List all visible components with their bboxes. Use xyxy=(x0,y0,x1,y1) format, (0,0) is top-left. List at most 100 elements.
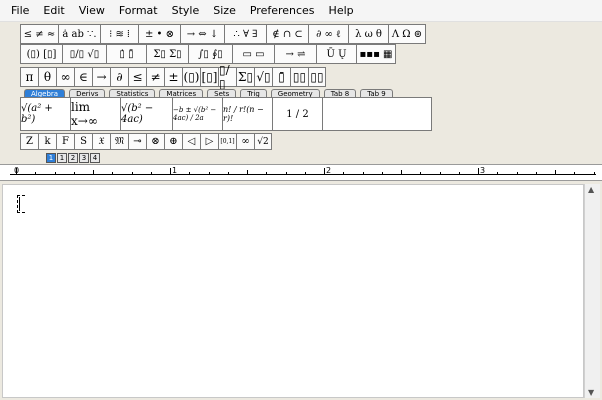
ruler-label-1: 1 xyxy=(172,166,178,175)
theta-symbol-button[interactable]: θ xyxy=(38,67,56,87)
element-of-symbol-button[interactable]: ∈ xyxy=(74,67,92,87)
template-discriminant[interactable]: √(b² − 4ac) xyxy=(121,98,173,130)
ruler-label-2: 2 xyxy=(326,166,332,175)
labeled-arrow-palette-button[interactable]: → ⇌ xyxy=(274,44,316,64)
greek-upper-palette-button[interactable]: Λ Ω ⊚ xyxy=(388,24,426,44)
fraction-template-button[interactable]: ▯/▯ xyxy=(218,63,236,91)
infinity-extra-button[interactable]: ∞ xyxy=(236,133,254,150)
template-palette-row: (▯) [▯] ▯/▯ √▯ ▯̇ ▯̄ Σ▯ Σ▯ ∫▯ ∮▯ ▭ ▭ → ⇌… xyxy=(20,44,396,64)
scroll-down-icon[interactable]: ▼ xyxy=(588,388,594,397)
subscript-template-button[interactable]: ▯▯ xyxy=(290,67,308,87)
algebra-templates: √(a² + b²) lim x→∞ √(b² − 4ac) −b ± √(b²… xyxy=(20,97,432,131)
brackets-template-button[interactable]: [▯] xyxy=(200,67,218,87)
sqrt2-button[interactable]: √2 xyxy=(254,133,272,150)
ruler-tick xyxy=(593,172,595,174)
ruler-tick xyxy=(324,168,325,174)
plus-minus-symbol-button[interactable]: ± xyxy=(164,67,182,87)
ruler-tick xyxy=(458,172,460,174)
equation-toolbar: ≤ ≠ ≈ ȧ ab ∵. ⁝ ≋ ⁞ ± • ⊗ → ⇔ ↓ ∴ ∀ ∃ ∉ … xyxy=(16,22,432,150)
parentheses-template-button[interactable]: (▯) xyxy=(182,67,200,87)
partial-symbol-button[interactable]: ∂ xyxy=(110,67,128,87)
template-combination[interactable]: n! / r!(n − r)! xyxy=(223,98,273,130)
vertical-scrollbar[interactable]: ▲ ▼ xyxy=(584,184,600,398)
overbar-template-button[interactable]: ▯̄ xyxy=(272,67,290,87)
ruler-tick xyxy=(535,172,537,174)
menu-edit[interactable]: Edit xyxy=(36,0,71,22)
ruler-tick xyxy=(362,172,364,174)
menu-help[interactable]: Help xyxy=(322,0,361,22)
extra-symbols-row: Z k F S 𝔛 𝔐 ⊸ ⊗ ⊕ ◁ ▷ [0,1] ∞ √2 xyxy=(20,133,272,150)
superscript-template-button[interactable]: ▯▯ xyxy=(308,67,326,87)
integral-palette-button[interactable]: ∫▯ ∮▯ xyxy=(188,44,232,64)
ruler-tick xyxy=(304,172,306,174)
s-symbol-button[interactable]: S xyxy=(74,133,92,150)
menu-style[interactable]: Style xyxy=(165,0,207,22)
greek-lower-palette-button[interactable]: λ ω θ xyxy=(348,24,388,44)
menu-view[interactable]: View xyxy=(72,0,112,22)
pi-symbol-button[interactable]: π xyxy=(20,67,38,87)
ruler-tick xyxy=(401,170,402,174)
matrix-palette-button[interactable]: ▪▪▪ ▦ xyxy=(356,44,396,64)
set-theory-palette-button[interactable]: ∉ ∩ ⊂ xyxy=(266,24,308,44)
menu-file[interactable]: File xyxy=(4,0,36,22)
fence-palette-button[interactable]: (▯) [▯] xyxy=(20,44,62,64)
ruler-tick xyxy=(555,170,556,174)
operators-palette-button[interactable]: ± • ⊗ xyxy=(138,24,180,44)
template-limit[interactable]: lim x→∞ xyxy=(71,98,121,130)
spaces-palette-button[interactable]: ȧ ab ∵. xyxy=(58,24,100,44)
ruler-tick xyxy=(574,172,576,174)
fraction-radical-palette-button[interactable]: ▯/▯ √▯ xyxy=(62,44,106,64)
ruler-tick xyxy=(150,172,152,174)
tab-bar-1[interactable]: 1 xyxy=(46,153,56,163)
ruler-tick xyxy=(16,168,17,174)
f-symbol-button[interactable]: F xyxy=(56,133,74,150)
scroll-up-icon[interactable]: ▲ xyxy=(588,185,594,194)
fraktur-x-symbol-button[interactable]: 𝔛 xyxy=(92,133,110,150)
not-equal-symbol-button[interactable]: ≠ xyxy=(146,67,164,87)
bar-palette-button[interactable]: ▭ ▭ xyxy=(232,44,274,64)
menu-size[interactable]: Size xyxy=(206,0,243,22)
k-symbol-button[interactable]: k xyxy=(38,133,56,150)
multimap-symbol-button[interactable]: ⊸ xyxy=(128,133,146,150)
ruler-tick xyxy=(285,172,287,174)
integers-symbol-button[interactable]: Z xyxy=(20,133,38,150)
template-fraction[interactable]: 1 / 2 xyxy=(273,98,323,130)
common-symbols-row: π θ ∞ ∈ → ∂ ≤ ≠ ± (▯) [▯] ▯/▯ Σ▯ √▯ ▯̄ ▯… xyxy=(20,63,326,91)
tab-bar-4[interactable]: 3 xyxy=(79,153,89,163)
template-quadratic-formula[interactable]: −b ± √(b² − 4ac) / 2a xyxy=(173,98,223,130)
ruler-tick xyxy=(73,172,75,174)
template-hypotenuse[interactable]: √(a² + b²) xyxy=(21,98,71,130)
tab-bar-3[interactable]: 2 xyxy=(68,153,78,163)
relations-palette-button[interactable]: ≤ ≠ ≈ xyxy=(20,24,58,44)
infinity-symbol-button[interactable]: ∞ xyxy=(56,67,74,87)
sqrt-template-button[interactable]: √▯ xyxy=(254,67,272,87)
ruler-tick xyxy=(208,172,210,174)
tab-bar-5[interactable]: 4 xyxy=(90,153,100,163)
arrows-palette-button[interactable]: → ⇔ ↓ xyxy=(180,24,224,44)
ruler-tick xyxy=(516,172,518,174)
logic-palette-button[interactable]: ∴ ∀ ∃ xyxy=(224,24,266,44)
right-arrow-symbol-button[interactable]: → xyxy=(92,67,110,87)
menu-preferences[interactable]: Preferences xyxy=(243,0,322,22)
fraktur-m-symbol-button[interactable]: 𝔐 xyxy=(110,133,128,150)
text-caret xyxy=(19,197,20,211)
ruler-tick xyxy=(478,168,479,174)
oplus-symbol-button[interactable]: ⊕ xyxy=(164,133,182,150)
products-palette-button[interactable]: Ū Ų xyxy=(316,44,356,64)
summation-palette-button[interactable]: Σ▯ Σ▯ xyxy=(146,44,188,64)
misc-symbols-palette-button[interactable]: ∂ ∞ ℓ xyxy=(308,24,348,44)
menu-format[interactable]: Format xyxy=(112,0,165,22)
subscript-palette-button[interactable]: ▯̇ ▯̄ xyxy=(106,44,146,64)
equation-editor[interactable] xyxy=(2,184,584,398)
embellishments-palette-button[interactable]: ⁝ ≋ ⁞ xyxy=(100,24,138,44)
less-equal-symbol-button[interactable]: ≤ xyxy=(128,67,146,87)
ruler-tick xyxy=(439,172,441,174)
sum-template-button[interactable]: Σ▯ xyxy=(236,67,254,87)
ruler-tick xyxy=(227,172,229,174)
ruler-tick xyxy=(112,172,114,174)
otimes-symbol-button[interactable]: ⊗ xyxy=(146,133,164,150)
interval-template-button[interactable]: [0,1] xyxy=(218,133,236,150)
left-triangle-symbol-button[interactable]: ◁ xyxy=(182,133,200,150)
tab-bar-2[interactable]: 1 xyxy=(57,153,67,163)
right-triangle-symbol-button[interactable]: ▷ xyxy=(200,133,218,150)
